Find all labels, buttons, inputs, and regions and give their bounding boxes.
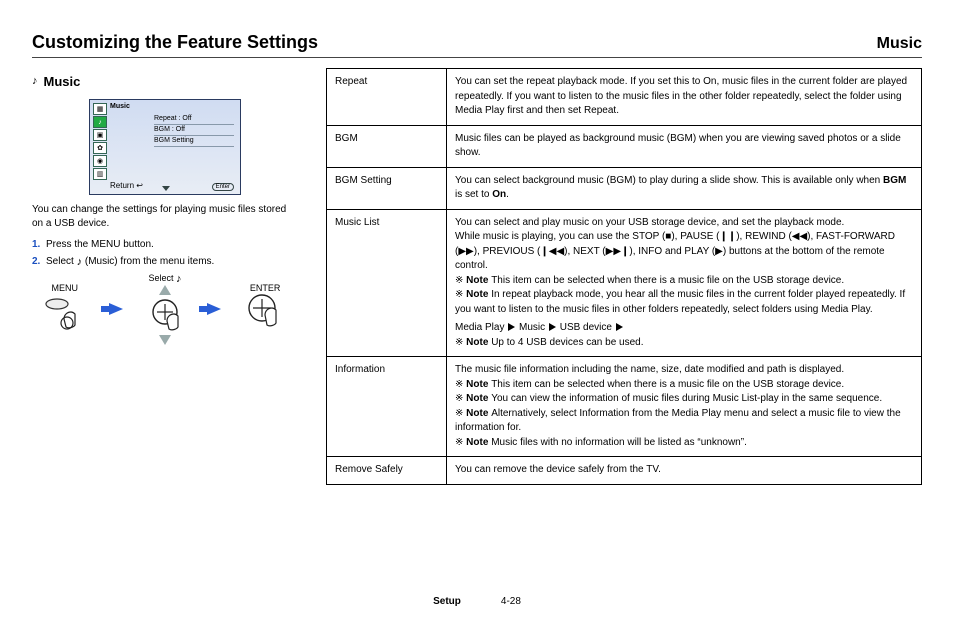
step-2: 2. Select ♪ (Music) from the menu items. xyxy=(32,254,298,269)
music-note-icon: ♪ xyxy=(176,274,182,285)
left-column: ♪ Music ▦ ♪ ▣ ✿ ◉ ▥ Music Repeat : Off B… xyxy=(32,68,298,345)
settings-table: Repeat You can set the repeat playback m… xyxy=(326,68,922,485)
table-row: BGM Music files can be played as backgro… xyxy=(327,125,922,167)
screenshot-item: BGM Setting xyxy=(154,136,234,147)
menu-label: MENU xyxy=(52,283,79,293)
screenshot-category: Music xyxy=(110,103,130,110)
enter-button-icon xyxy=(244,293,286,335)
screenshot-enter: Enter xyxy=(212,183,234,191)
table-row: Repeat You can set the repeat playback m… xyxy=(327,69,922,126)
music-note-icon: ♪ xyxy=(32,76,38,87)
triangle-right-icon xyxy=(616,323,623,331)
screenshot-return: Return ↩ xyxy=(110,181,143,190)
row-label: Repeat xyxy=(327,69,447,126)
table-row: Remove Safely You can remove the device … xyxy=(327,457,922,485)
screenshot-item: BGM : Off xyxy=(154,125,234,136)
music-heading: Music xyxy=(44,74,81,89)
screenshot-item: Repeat : Off xyxy=(154,114,234,125)
table-row: Music List You can select and play music… xyxy=(327,209,922,357)
row-label: Information xyxy=(327,357,447,457)
triangle-right-icon xyxy=(549,323,556,331)
row-label: BGM xyxy=(327,125,447,167)
row-label: Music List xyxy=(327,209,447,357)
remote-hint-row: MENU Select ♪ xyxy=(32,273,298,345)
select-label: Select ♪ xyxy=(148,273,181,285)
footer-section: Setup xyxy=(433,596,461,607)
menu-button-icon xyxy=(44,293,86,335)
row-text: The music file information including the… xyxy=(447,357,922,457)
row-label: Remove Safely xyxy=(327,457,447,485)
row-text: You can set the repeat playback mode. If… xyxy=(447,69,922,126)
triangle-right-icon xyxy=(508,323,515,331)
settings-screenshot: ▦ ♪ ▣ ✿ ◉ ▥ Music Repeat : Off BGM : Off… xyxy=(89,99,241,195)
arrow-right-icon xyxy=(207,303,221,315)
page-title: Customizing the Feature Settings xyxy=(32,32,318,53)
table-row: Information The music file information i… xyxy=(327,357,922,457)
screenshot-move-indicator-icon xyxy=(162,186,170,191)
page-subtitle: Music xyxy=(877,35,922,53)
row-text: Music files can be played as background … xyxy=(447,125,922,167)
arrow-down-icon xyxy=(159,335,171,345)
row-label: BGM Setting xyxy=(327,167,447,209)
dpad-icon xyxy=(147,297,183,333)
step-1: 1. Press the MENU button. xyxy=(32,237,298,252)
table-row: BGM Setting You can select background mu… xyxy=(327,167,922,209)
row-text: You can remove the device safely from th… xyxy=(447,457,922,485)
row-text: You can select and play music on your US… xyxy=(447,209,922,357)
footer-page: 4-28 xyxy=(501,596,521,607)
enter-label: ENTER xyxy=(250,283,281,293)
arrow-right-icon xyxy=(109,303,123,315)
arrow-up-icon xyxy=(159,285,171,295)
music-caption: You can change the settings for playing … xyxy=(32,203,298,231)
music-note-icon: ♪ xyxy=(77,257,83,268)
row-text: You can select background music (BGM) to… xyxy=(447,167,922,209)
page-footer: Setup 4-28 xyxy=(433,596,521,607)
